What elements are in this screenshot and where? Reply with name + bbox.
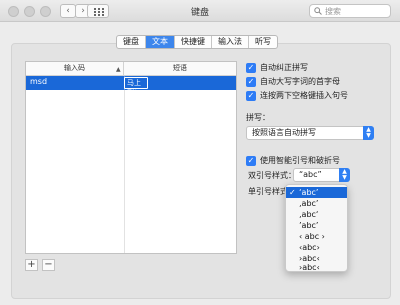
spelling-popup[interactable]: 按照语言自动拼写 ▲ ▼ [246, 126, 374, 140]
checkbox-checked-icon[interactable]: ✓ [246, 76, 256, 87]
auto-correct-label: 自动纠正拼写 [260, 63, 308, 72]
spelling-label: 拼写： [246, 113, 270, 122]
double-quotes-popup[interactable]: “abc” ▲ ▼ [293, 168, 350, 182]
checkbox-checked-icon[interactable]: ✓ [246, 155, 256, 166]
double-space-period-option[interactable]: ✓ 连按两下空格键插入句号 [246, 90, 348, 101]
tab-input-sources[interactable]: 输入法 [212, 36, 249, 48]
single-quotes-menu[interactable]: ✓ ‘abc’ ‚abc’ ‚abc‘ ’abc’ ‹ abc › ‹abc› ›… [285, 184, 348, 272]
menu-item[interactable]: ‹abc› [286, 242, 347, 253]
spelling-value: 按照语言自动拼写 [252, 128, 316, 137]
menu-item[interactable]: ›abc‹ [286, 262, 347, 273]
table-row[interactable]: msd 马上到！ [26, 76, 236, 97]
tab-shortcuts[interactable]: 快捷键 [175, 36, 212, 48]
auto-correct-option[interactable]: ✓ 自动纠正拼写 [246, 62, 308, 73]
checkmark-icon: ✓ [289, 188, 296, 197]
remove-button[interactable]: − [42, 259, 55, 271]
double-quotes-value: “abc” [299, 170, 322, 179]
menu-item[interactable]: ‹ abc › [286, 231, 347, 242]
column-header-replace[interactable]: 输入码 [26, 62, 124, 76]
auto-capitalize-label: 自动大写字词的首字母 [260, 77, 340, 86]
text-replacement-table[interactable]: 输入码 ▲ 短语 msd 马上到！ [25, 61, 237, 254]
column-divider [124, 76, 125, 253]
double-space-period-label: 连按两下空格键插入句号 [260, 91, 348, 100]
add-button[interactable]: + [25, 259, 38, 271]
popup-arrows-icon: ▲ ▼ [339, 168, 350, 182]
smart-quotes-label: 使用智能引号和破折号 [260, 156, 340, 165]
tab-keyboard[interactable]: 键盘 [117, 36, 146, 48]
auto-capitalize-option[interactable]: ✓ 自动大写字词的首字母 [246, 76, 340, 87]
tab-bar: 键盘 文本 快捷键 输入法 听写 [116, 35, 278, 49]
menu-item[interactable]: ‚abc’ [286, 198, 347, 209]
tab-dictation[interactable]: 听写 [249, 36, 277, 48]
menu-item[interactable]: ✓ ‘abc’ [286, 187, 347, 198]
column-header-with[interactable]: 短语 [124, 62, 236, 76]
smart-quotes-option[interactable]: ✓ 使用智能引号和破折号 [246, 155, 340, 166]
double-quotes-label: 双引号样式： [248, 171, 296, 180]
checkbox-checked-icon[interactable]: ✓ [246, 90, 256, 101]
sort-ascending-icon: ▲ [116, 66, 121, 73]
popup-arrows-icon: ▲ ▼ [363, 126, 374, 140]
table-header: 输入码 ▲ 短语 [26, 62, 236, 76]
tab-text[interactable]: 文本 [146, 36, 175, 48]
search-placeholder: 搜索 [325, 6, 341, 16]
menu-item[interactable]: ’abc’ [286, 220, 347, 231]
with-cell-editing[interactable]: 马上到！ [124, 77, 148, 97]
title-bar: ‹ › 键盘 搜索 [0, 0, 400, 22]
search-field[interactable]: 搜索 [309, 4, 391, 18]
checkbox-checked-icon[interactable]: ✓ [246, 62, 256, 73]
replace-cell[interactable]: msd [30, 77, 47, 86]
menu-item[interactable]: ‚abc‘ [286, 209, 347, 220]
search-icon [314, 7, 322, 15]
